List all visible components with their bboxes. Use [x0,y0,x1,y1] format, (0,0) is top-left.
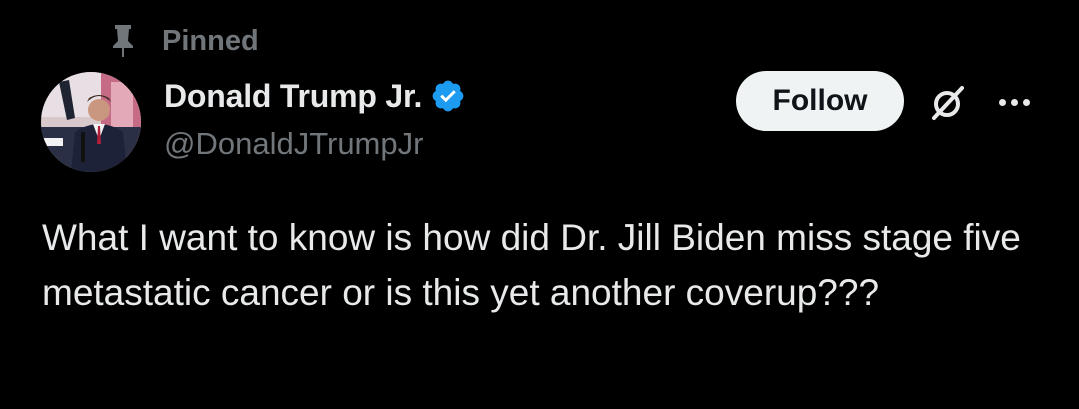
tweet-text: What I want to know is how did Dr. Jill … [42,217,1021,313]
more-dot [1010,98,1018,106]
pinned-label: Pinned [162,24,259,57]
pin-icon [108,24,138,58]
author-handle[interactable]: @DonaldJTrumpJr [164,126,423,162]
more-dot [1022,98,1030,106]
author-name-row[interactable]: Donald Trump Jr. [164,74,466,118]
author-name[interactable]: Donald Trump Jr. [164,78,422,115]
verified-badge-icon[interactable] [430,78,466,114]
pinned-indicator: Pinned [108,24,259,58]
more-dot [998,98,1006,106]
follow-button[interactable]: Follow [736,71,904,131]
avatar[interactable] [41,72,141,172]
more-options-icon[interactable] [990,88,1038,116]
grok-icon[interactable] [925,80,971,126]
